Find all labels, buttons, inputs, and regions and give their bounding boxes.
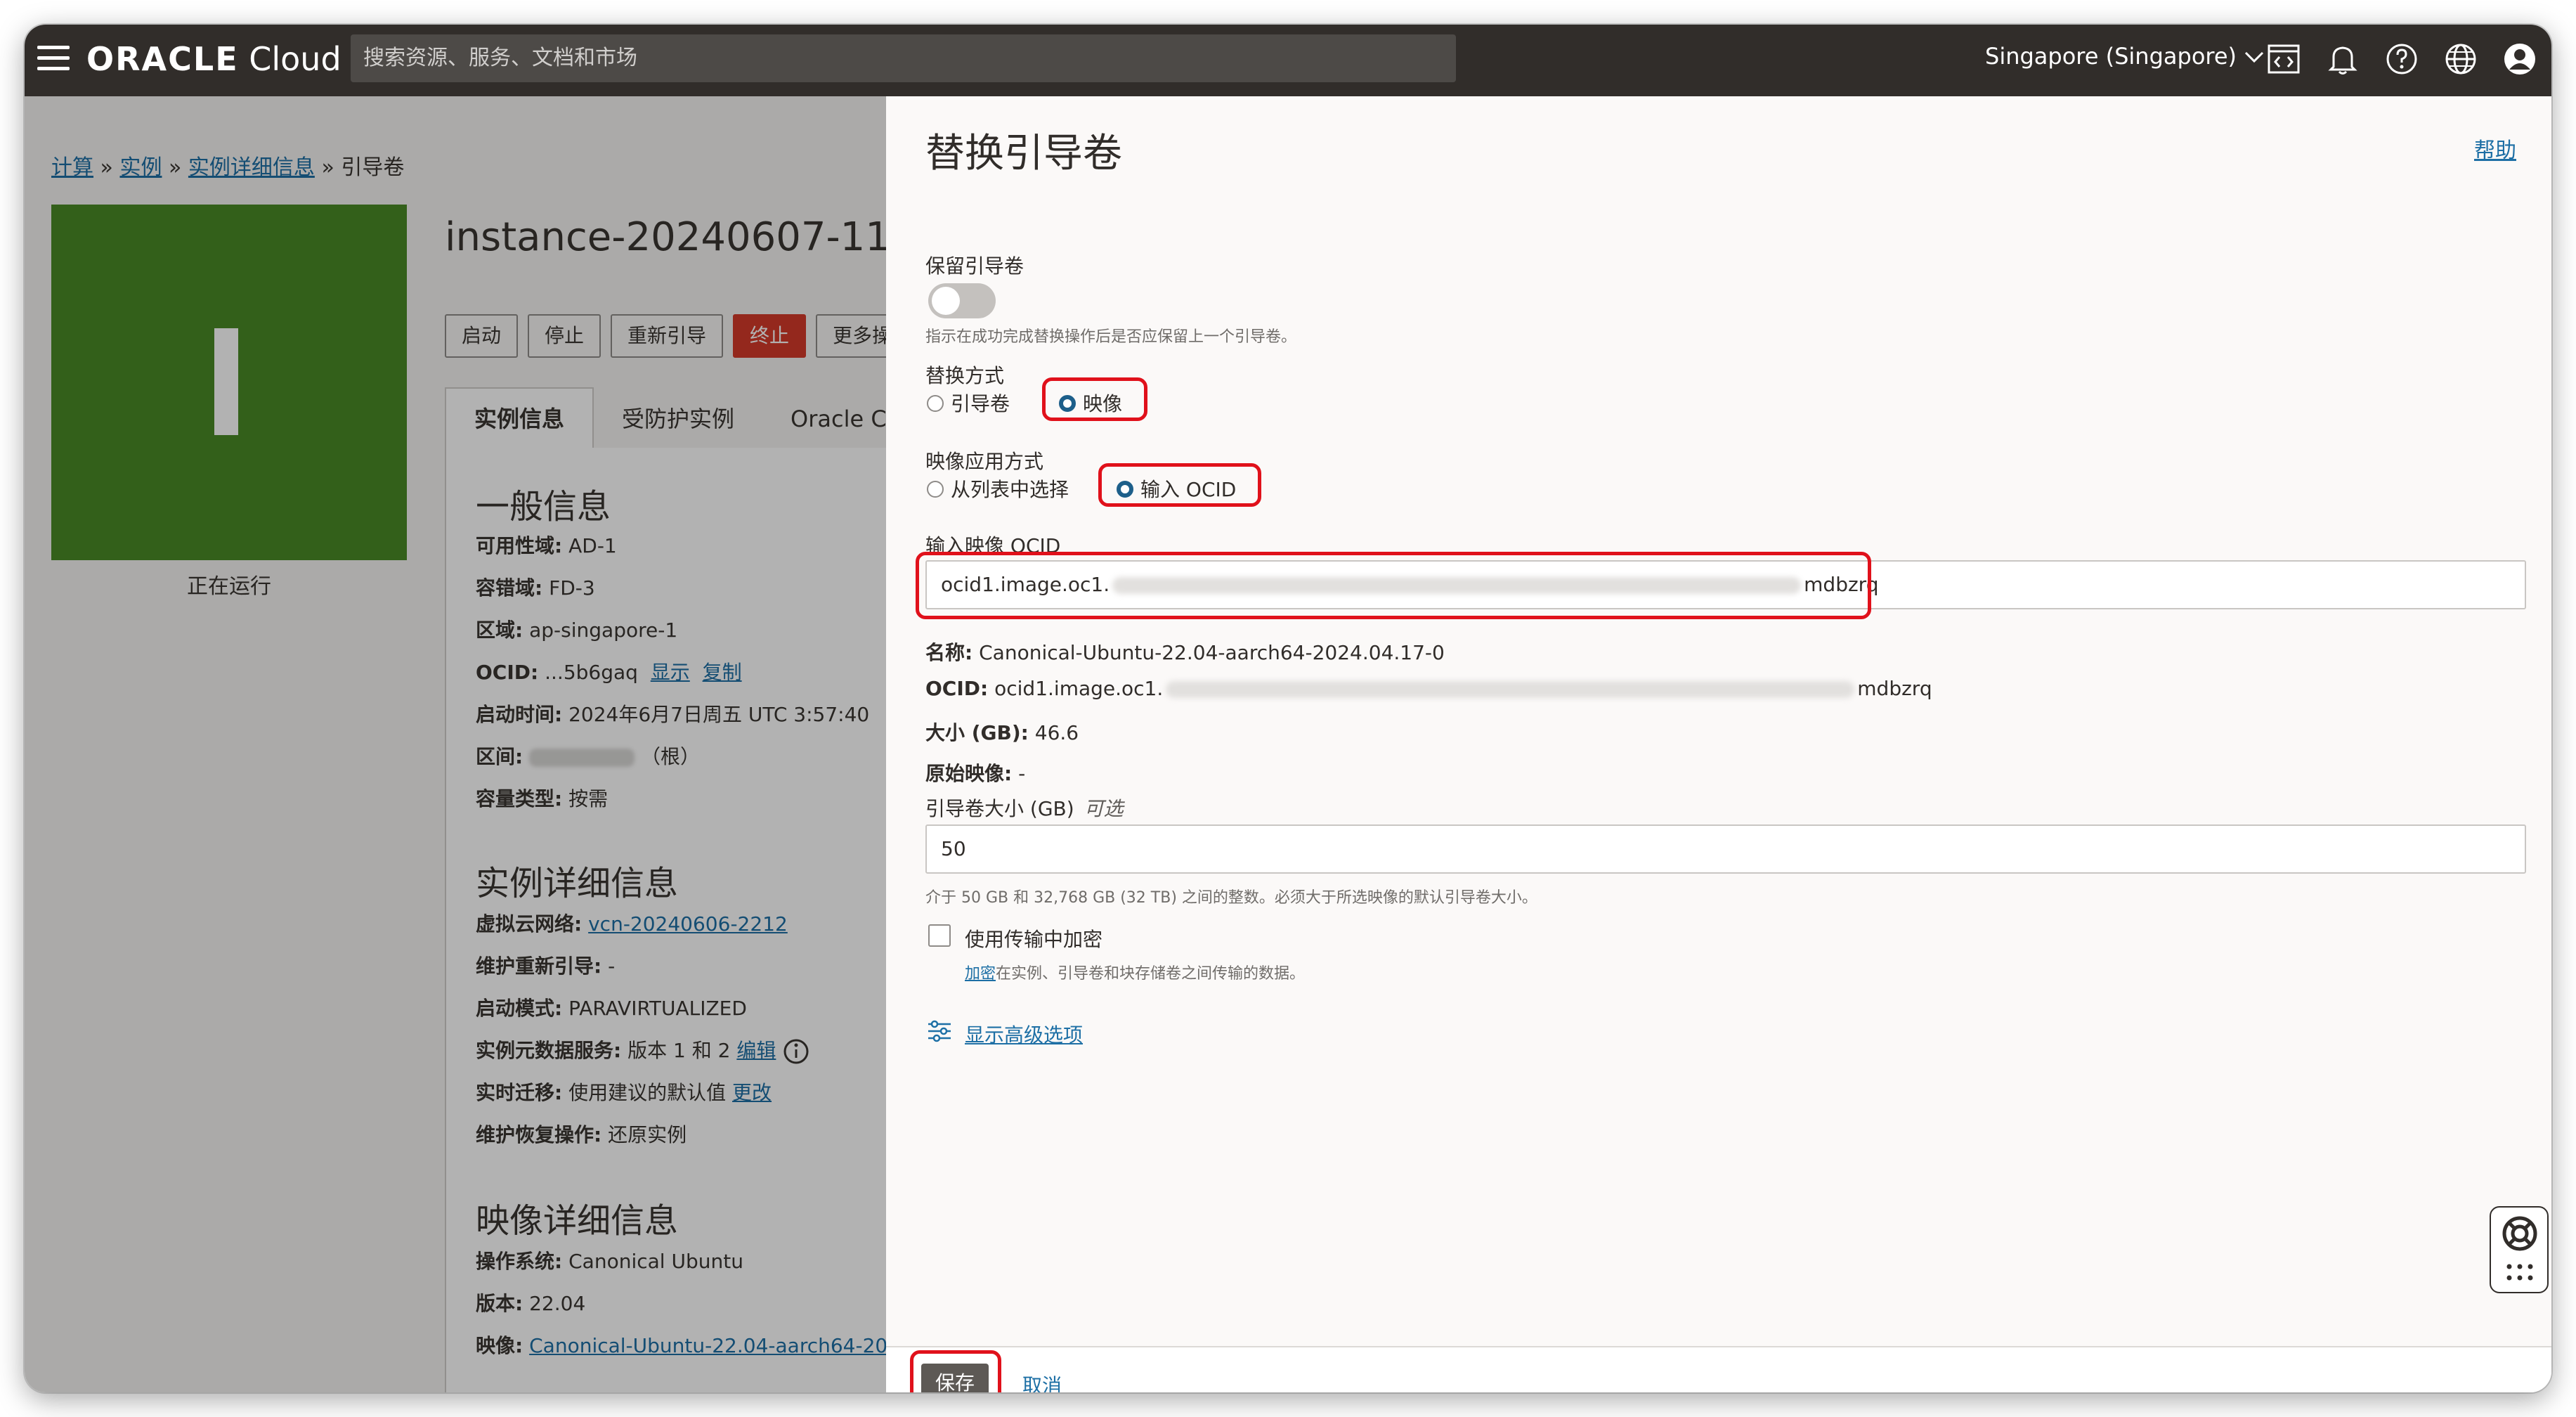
chevron-down-icon <box>2245 51 2264 63</box>
radio-circle <box>927 481 944 498</box>
preserve-boot-volume-toggle[interactable] <box>928 283 996 318</box>
region-selector[interactable]: Singapore (Singapore) <box>1985 43 2265 70</box>
help-icon[interactable] <box>2384 41 2419 77</box>
highlight-box <box>910 1350 1001 1392</box>
top-navigation-bar: ORACLE Cloud 搜索资源、服务、文档和市场 Singapore (Si… <box>25 25 2551 96</box>
lifebuoy-icon <box>2502 1216 2537 1251</box>
radio-circle <box>927 395 944 412</box>
help-link[interactable]: 帮助 <box>2474 133 2516 164</box>
sliders-icon[interactable] <box>927 1018 952 1044</box>
encryption-link[interactable]: 加密 <box>965 965 996 983</box>
in-transit-encryption-label: 使用传输中加密 <box>965 928 1103 951</box>
code-editor-icon[interactable] <box>2266 41 2301 77</box>
cancel-link[interactable]: 取消 <box>1022 1371 1062 1392</box>
panel-body: 保留引导卷 指示在成功完成替换操作后是否应保留上一个引导卷。 替换方式 引导卷 … <box>886 216 2551 1346</box>
in-transit-encryption-checkbox[interactable] <box>928 924 951 947</box>
highlight-box <box>1098 463 1261 507</box>
menu-icon[interactable] <box>37 46 70 74</box>
search-input[interactable]: 搜索资源、服务、文档和市场 <box>351 34 1456 82</box>
radio-select-from-list[interactable]: 从列表中选择 <box>927 474 1069 503</box>
panel-title: 替换引导卷 <box>925 131 1122 176</box>
toggle-knob <box>932 287 960 315</box>
globe-icon[interactable] <box>2443 41 2478 77</box>
image-ocid-field: OCID: ocid1.image.oc1. mdbzrq <box>925 677 1932 700</box>
grid-dots-icon <box>2506 1264 2533 1281</box>
boot-volume-size-label: 引导卷大小 (GB) 可选 <box>925 797 1124 820</box>
boot-volume-size-input[interactable]: 50 <box>925 824 2526 874</box>
bell-icon[interactable] <box>2325 41 2360 77</box>
base-image-field: 原始映像: - <box>925 762 1026 785</box>
oracle-cloud-logo[interactable]: ORACLE Cloud <box>86 40 341 78</box>
redacted-ocid <box>1166 681 1855 698</box>
support-widget[interactable] <box>2490 1206 2549 1293</box>
highlight-box <box>1042 377 1147 421</box>
user-icon[interactable] <box>2502 41 2537 77</box>
image-apply-method-label: 映像应用方式 <box>925 450 1044 473</box>
modal-overlay[interactable] <box>25 96 886 1392</box>
radio-boot-volume[interactable]: 引导卷 <box>927 389 1010 417</box>
image-name-field: 名称: Canonical-Ubuntu-22.04-aarch64-2024.… <box>925 641 1445 664</box>
highlight-box <box>916 552 1871 619</box>
in-transit-encryption-hint: 加密在实例、引导卷和块存储卷之间传输的数据。 <box>965 965 1306 983</box>
panel-header: 替换引导卷 帮助 <box>886 96 2551 216</box>
show-advanced-options-link[interactable]: 显示高级选项 <box>965 1020 1083 1048</box>
preserve-boot-volume-label: 保留引导卷 <box>925 254 1024 278</box>
replace-boot-volume-panel: 替换引导卷 帮助 保留引导卷 指示在成功完成替换操作后是否应保留上一个引导卷。 … <box>886 96 2551 1392</box>
browser-window: ORACLE Cloud 搜索资源、服务、文档和市场 Singapore (Si… <box>25 25 2551 1392</box>
boot-volume-size-hint: 介于 50 GB 和 32,768 GB (32 TB) 之间的整数。必须大于所… <box>925 889 1537 907</box>
image-size-field: 大小 (GB): 46.6 <box>925 721 1079 744</box>
preserve-boot-volume-hint: 指示在成功完成替换操作后是否应保留上一个引导卷。 <box>925 328 1297 346</box>
panel-footer: 保存 取消 <box>886 1346 2551 1392</box>
replace-by-label: 替换方式 <box>925 364 1005 387</box>
